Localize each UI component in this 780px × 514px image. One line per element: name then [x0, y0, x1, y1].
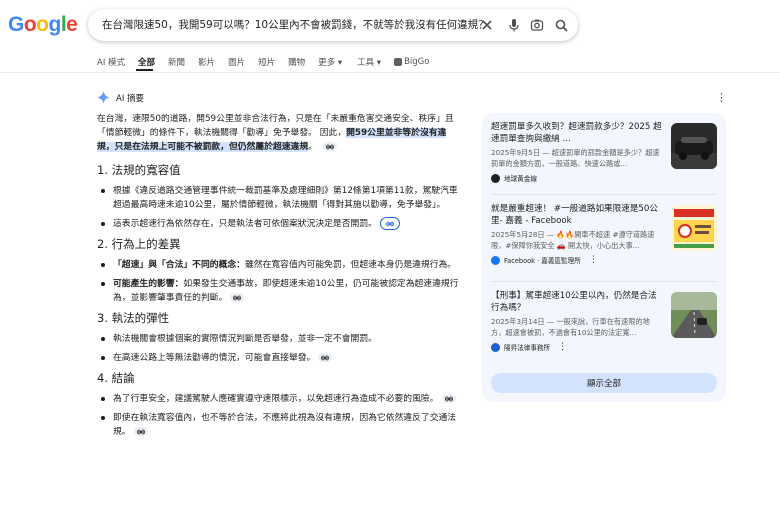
link-icon[interactable]: [379, 217, 400, 230]
search-box[interactable]: 在台灣限速50，我開59可以嗎？10公里內不會被罰錢，不就等於我沒有任何違規？: [88, 9, 578, 41]
biggo-icon: [394, 58, 403, 66]
more-options-icon[interactable]: ⋮: [716, 91, 727, 104]
section-heading: 4. 結論: [97, 371, 135, 385]
sparkle-icon: [97, 91, 110, 104]
logo-letter: G: [8, 13, 24, 36]
link-icon[interactable]: [133, 427, 148, 436]
section-list: 根據《違反道路交通管理事件統一裁罰基準及處理細則》第12條第1項第11款，駕駛汽…: [97, 184, 462, 231]
active-tab-indicator: [136, 69, 153, 71]
list-item: 可能產生的影響：如果發生交通事故，即使超速未逾10公里，仍可能被認定為超速違規行…: [97, 277, 462, 305]
header: Google 在台灣限速50，我開59可以嗎？10公里內不會被罰錢，不就等於我沒…: [0, 0, 780, 50]
search-icon[interactable]: [553, 17, 569, 33]
tab-short-videos[interactable]: 短片: [258, 53, 275, 71]
ai-overview-title: AI 摘要: [116, 93, 145, 104]
divider: [491, 281, 717, 282]
google-logo[interactable]: Google: [8, 13, 78, 37]
search-input[interactable]: 在台灣限速50，我開59可以嗎？10公里內不會被罰錢，不就等於我沒有任何違規？: [102, 17, 489, 32]
link-icon[interactable]: [322, 142, 337, 151]
logo-letter: g: [48, 13, 62, 36]
list-item: 根據《違反道路交通管理事件統一裁罰基準及處理細則》第12條第1項第11款，駕駛汽…: [97, 184, 462, 212]
tab-biggo[interactable]: BigGo: [394, 53, 429, 71]
tab-ai-mode[interactable]: AI 模式: [97, 53, 125, 71]
list-item: 即使在執法寬容值內，也不等於合法，不應將此視為沒有違規，因為它依然違反了交通法規…: [97, 411, 462, 439]
source-card[interactable]: 【刑事】駕車超速10公里以內，仍然是合法行為嗎？ 2025年3月14日 — 一般…: [491, 290, 717, 352]
logo-letter: e: [66, 13, 78, 36]
logo-letter: o: [23, 13, 37, 36]
tab-shopping[interactable]: 購物: [288, 53, 305, 71]
sources-panel: 超速罰單多久收到？超速罰款多少？2025 超速罰單查詢與繳納 ... 2025年…: [482, 113, 726, 402]
section-heading: 2. 行為上的差異: [97, 237, 181, 251]
source-thumbnail[interactable]: [671, 123, 717, 169]
link-icon[interactable]: [230, 293, 245, 302]
list-item: 為了行車安全，建議駕駛人應確實遵守速限標示，以免超速行為造成不必要的風險。: [97, 392, 462, 406]
show-all-button[interactable]: 顯示全部: [491, 373, 717, 393]
facebook-icon: [491, 255, 500, 265]
divider: [0, 72, 780, 73]
list-item: 執法機關會根據個案的實際情況判斷是否舉發，並非一定不會開罰。: [97, 332, 462, 346]
intro-paragraph: 在台灣，速限50的道路，開59公里並非合法行為，只是在「未嚴重危害交通安全、秩序…: [97, 114, 454, 152]
source-logo-icon: [491, 342, 500, 352]
list-item: 「超速」與「合法」不同的概念：雖然在寬容值內可能免罰，但超速本身仍是違規行為。: [97, 258, 462, 272]
divider: [491, 194, 717, 195]
microphone-icon[interactable]: [506, 17, 522, 33]
tab-images[interactable]: 圖片: [228, 53, 245, 71]
section-heading: 3. 執法的彈性: [97, 311, 170, 325]
more-options-icon[interactable]: ⋮: [589, 255, 598, 265]
tab-news[interactable]: 新聞: [168, 53, 185, 71]
link-icon[interactable]: [441, 394, 456, 403]
ai-overview-header: AI 摘要: [97, 91, 144, 104]
section-list: 執法機關會根據個案的實際情況判斷是否舉發，並非一定不會開罰。 在高速公路上等無法…: [97, 332, 462, 365]
section-list: 「超速」與「合法」不同的概念：雖然在寬容值內可能免罰，但超速本身仍是違規行為。 …: [97, 258, 462, 305]
clear-icon[interactable]: [479, 17, 495, 33]
more-options-icon[interactable]: ⋮: [558, 342, 567, 352]
source-card[interactable]: 超速罰單多久收到？超速罰款多少？2025 超速罰單查詢與繳納 ... 2025年…: [491, 121, 717, 183]
source-logo-icon: [491, 173, 500, 183]
source-thumbnail[interactable]: [671, 292, 717, 338]
lens-camera-icon[interactable]: [529, 17, 545, 33]
source-thumbnail[interactable]: [671, 205, 717, 251]
list-item: 這表示超速行為依然存在，只是執法者可依個案狀況決定是否開罰。: [97, 217, 462, 231]
section-list: 為了行車安全，建議駕駛人應確實遵守速限標示，以免超速行為造成不必要的風險。 即使…: [97, 392, 462, 439]
source-card[interactable]: 就是嚴重超速！ #一般道路如果限速是50公里- 嘉義 - Facebook 20…: [491, 203, 717, 265]
ai-overview-content: 在台灣，速限50的道路，開59公里並非合法行為，只是在「未嚴重危害交通安全、秩序…: [97, 112, 462, 444]
tab-more[interactable]: 更多 ▾: [318, 53, 342, 71]
link-icon[interactable]: [318, 353, 333, 362]
tab-tools[interactable]: 工具 ▾: [357, 53, 381, 71]
section-heading: 1. 法規的寬容值: [97, 163, 181, 177]
tab-videos[interactable]: 影片: [198, 53, 215, 71]
list-item: 在高速公路上等無法勸導的情況，可能會直接舉發。: [97, 351, 462, 365]
logo-letter: o: [36, 13, 49, 36]
